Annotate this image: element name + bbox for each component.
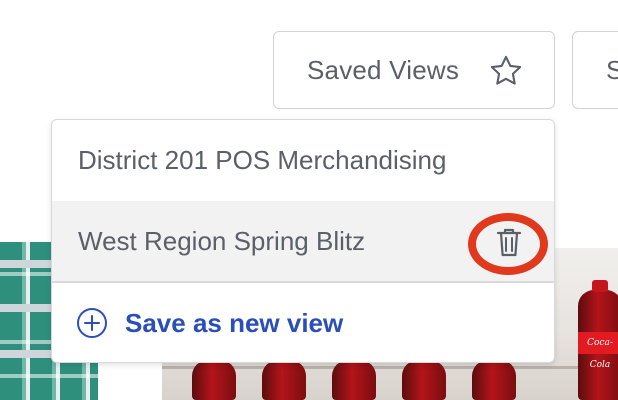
bottle	[402, 360, 446, 400]
saved-views-label: Saved Views	[307, 54, 460, 85]
trash-icon[interactable]	[493, 225, 525, 259]
save-as-new-view-label: Save as new view	[125, 307, 344, 338]
saved-views-button[interactable]: Saved Views	[273, 31, 555, 109]
bottle	[192, 360, 236, 400]
bottle	[472, 360, 516, 400]
saved-view-item-label: West Region Spring Blitz	[78, 225, 366, 256]
saved-view-item-label: District 201 POS Merchandising	[78, 144, 447, 175]
next-toolbar-button[interactable]: S	[572, 31, 618, 109]
bottle: Coca-Cola	[578, 280, 618, 400]
screen: Coca-Cola Saved Views S District 201 POS…	[0, 0, 618, 400]
bottle	[332, 360, 376, 400]
save-as-new-view-button[interactable]: Save as new view	[52, 283, 554, 362]
plus-circle-icon	[77, 308, 107, 338]
bottle-label: Coca-Cola	[578, 331, 618, 370]
star-icon	[490, 55, 522, 85]
saved-view-item[interactable]: District 201 POS Merchandising	[52, 120, 554, 200]
bottle	[262, 360, 306, 400]
next-toolbar-button-label: S	[606, 55, 618, 86]
